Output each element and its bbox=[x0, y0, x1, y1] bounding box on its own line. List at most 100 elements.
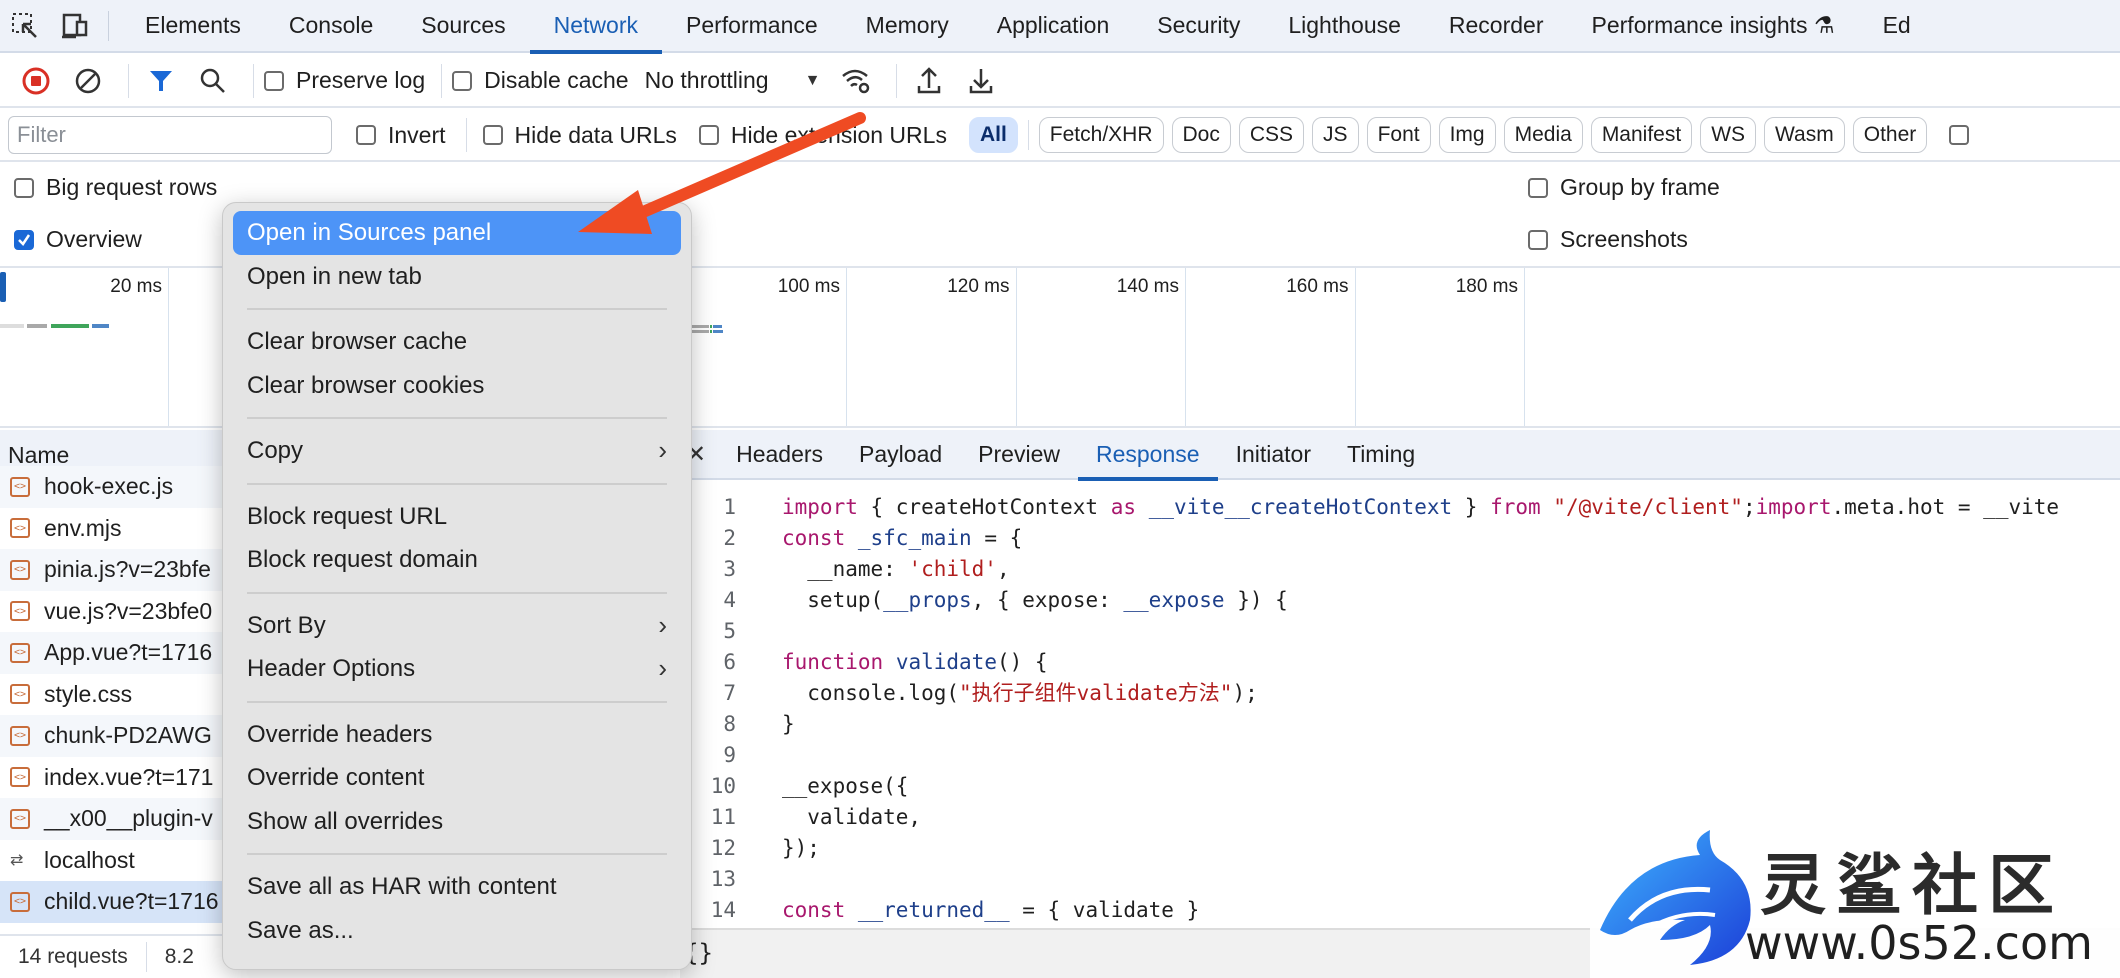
invert-label: Invert bbox=[388, 121, 446, 148]
checkbox-box[interactable] bbox=[482, 125, 503, 145]
tab-lighthouse[interactable]: Lighthouse bbox=[1264, 0, 1425, 52]
type-filter-other[interactable]: Other bbox=[1852, 117, 1928, 153]
detail-tab-timing[interactable]: Timing bbox=[1329, 429, 1433, 479]
type-filter-css[interactable]: CSS bbox=[1238, 117, 1305, 153]
tab-ed[interactable]: Ed bbox=[1859, 0, 1935, 52]
tab-recorder[interactable]: Recorder bbox=[1425, 0, 1568, 52]
network-conditions-button[interactable] bbox=[834, 59, 878, 103]
tab-label: Ed bbox=[1882, 12, 1911, 38]
menu-item-show-all-overrides[interactable]: Show all overrides bbox=[233, 800, 681, 844]
checkbox-box[interactable] bbox=[264, 70, 284, 91]
tab-memory[interactable]: Memory bbox=[842, 0, 973, 52]
big-request-rows-checkbox[interactable]: Big request rows bbox=[14, 174, 217, 201]
checkbox-box[interactable] bbox=[452, 70, 473, 91]
filter-input[interactable] bbox=[8, 116, 332, 154]
more-filters-checkbox[interactable] bbox=[1949, 125, 1970, 145]
tab-console[interactable]: Console bbox=[265, 0, 397, 52]
type-filter-wasm[interactable]: Wasm bbox=[1764, 117, 1845, 153]
tab-performance[interactable]: Performance bbox=[662, 0, 842, 52]
invert-checkbox[interactable]: Invert bbox=[356, 122, 446, 149]
device-toolbar-icon[interactable] bbox=[50, 0, 100, 52]
detail-tab-response[interactable]: Response bbox=[1077, 429, 1218, 481]
detail-tab-initiator[interactable]: Initiator bbox=[1218, 429, 1329, 479]
type-filter-font[interactable]: Font bbox=[1366, 117, 1431, 153]
menu-item-clear-browser-cache[interactable]: Clear browser cache bbox=[233, 320, 681, 364]
checkbox-box[interactable] bbox=[1528, 229, 1548, 250]
preserve-log-checkbox[interactable]: Preserve log bbox=[264, 67, 425, 94]
filter-toggle-button[interactable] bbox=[139, 59, 183, 103]
type-filter-fetch-xhr[interactable]: Fetch/XHR bbox=[1038, 117, 1164, 153]
script-file-icon: <> bbox=[10, 767, 30, 788]
menu-item-clear-browser-cookies[interactable]: Clear browser cookies bbox=[233, 364, 681, 408]
overview-checkbox[interactable]: Overview bbox=[14, 226, 142, 253]
detail-tab-preview[interactable]: Preview bbox=[960, 429, 1078, 479]
import-har-button[interactable] bbox=[907, 59, 951, 103]
disable-cache-checkbox[interactable]: Disable cache bbox=[452, 67, 629, 94]
code-line: 3 __name: 'child', bbox=[680, 554, 2120, 585]
tab-network[interactable]: Network bbox=[529, 0, 663, 54]
checkbox-box-checked[interactable] bbox=[14, 229, 34, 250]
type-filter-doc[interactable]: Doc bbox=[1171, 117, 1231, 153]
menu-item-open-in-sources-panel[interactable]: Open in Sources panel bbox=[233, 211, 681, 255]
menu-item-copy[interactable]: Copy › bbox=[233, 429, 681, 473]
search-button[interactable] bbox=[191, 59, 235, 103]
type-filter-img[interactable]: Img bbox=[1438, 117, 1496, 153]
code-line: 8} bbox=[680, 709, 2120, 740]
menu-item-override-content[interactable]: Override content bbox=[233, 756, 681, 800]
tab-performance-insights[interactable]: Performance insights ⚗ bbox=[1568, 0, 1859, 52]
hide-data-urls-label: Hide data URLs bbox=[514, 121, 677, 148]
group-by-frame-checkbox[interactable]: Group by frame bbox=[1528, 174, 1720, 201]
type-filter-js[interactable]: JS bbox=[1312, 117, 1359, 153]
resource-type-filters: All Fetch/XHR Doc CSS JS Font Img Media Manifest… bbox=[968, 117, 1935, 153]
tick-label: 100 ms bbox=[777, 276, 840, 297]
type-filter-manifest[interactable]: Manifest bbox=[1590, 117, 1693, 153]
type-filter-all[interactable]: All bbox=[968, 117, 1018, 153]
request-count: 14 requests bbox=[18, 945, 128, 968]
checkbox-box[interactable] bbox=[1528, 177, 1548, 198]
throttling-select[interactable]: No throttling ▼ bbox=[645, 67, 821, 94]
menu-item-override-headers[interactable]: Override headers bbox=[233, 713, 681, 757]
detail-tab-headers[interactable]: Headers bbox=[718, 429, 841, 479]
record-button[interactable] bbox=[14, 59, 58, 103]
panel-tabs: Elements Console Sources Network Performance… bbox=[121, 0, 1935, 54]
detail-tab-payload[interactable]: Payload bbox=[841, 429, 960, 479]
tick-label: 120 ms bbox=[947, 276, 1010, 297]
menu-item-block-request-url[interactable]: Block request URL bbox=[233, 495, 681, 539]
tab-sources[interactable]: Sources bbox=[397, 0, 529, 52]
code-token: setup( bbox=[782, 588, 884, 612]
script-file-icon: <> bbox=[10, 642, 30, 663]
hide-extension-urls-checkbox[interactable]: Hide extension URLs bbox=[698, 122, 947, 149]
request-name: child.vue?t=1716 bbox=[44, 888, 219, 915]
code-token: const bbox=[782, 898, 846, 922]
menu-item-open-in-new-tab[interactable]: Open in new tab bbox=[233, 255, 681, 299]
code-token: validate bbox=[895, 650, 997, 674]
checkbox-box[interactable] bbox=[698, 125, 719, 145]
divider bbox=[145, 942, 147, 972]
menu-item-block-request-domain[interactable]: Block request domain bbox=[233, 538, 681, 582]
checkbox-box[interactable] bbox=[14, 177, 34, 198]
screenshots-checkbox[interactable]: Screenshots bbox=[1528, 226, 1688, 253]
request-name: env.mjs bbox=[44, 514, 122, 541]
code-token: __name: bbox=[782, 557, 909, 581]
detail-tabs: ✕ Headers Payload Preview Response Initiator… bbox=[680, 429, 2120, 481]
clear-button[interactable] bbox=[66, 59, 110, 103]
menu-item-sort-by[interactable]: Sort By › bbox=[233, 604, 681, 648]
checkbox-box[interactable] bbox=[356, 125, 376, 145]
hide-data-urls-checkbox[interactable]: Hide data URLs bbox=[482, 121, 677, 149]
tab-elements[interactable]: Elements bbox=[121, 0, 265, 52]
tab-security[interactable]: Security bbox=[1133, 0, 1264, 52]
divider bbox=[896, 63, 898, 98]
type-filter-ws[interactable]: WS bbox=[1700, 117, 1757, 153]
code-token: 'child' bbox=[908, 557, 997, 581]
menu-item-save-all-as-har-with-content[interactable]: Save all as HAR with content bbox=[233, 865, 681, 909]
menu-item-header-options[interactable]: Header Options › bbox=[233, 647, 681, 691]
overview-range-handle[interactable] bbox=[0, 272, 6, 302]
type-filter-media[interactable]: Media bbox=[1503, 117, 1583, 153]
tab-application[interactable]: Application bbox=[973, 0, 1134, 52]
inspect-element-icon[interactable] bbox=[0, 0, 50, 52]
export-har-button[interactable] bbox=[959, 59, 1003, 103]
menu-item-save-as[interactable]: Save as... bbox=[233, 909, 681, 953]
